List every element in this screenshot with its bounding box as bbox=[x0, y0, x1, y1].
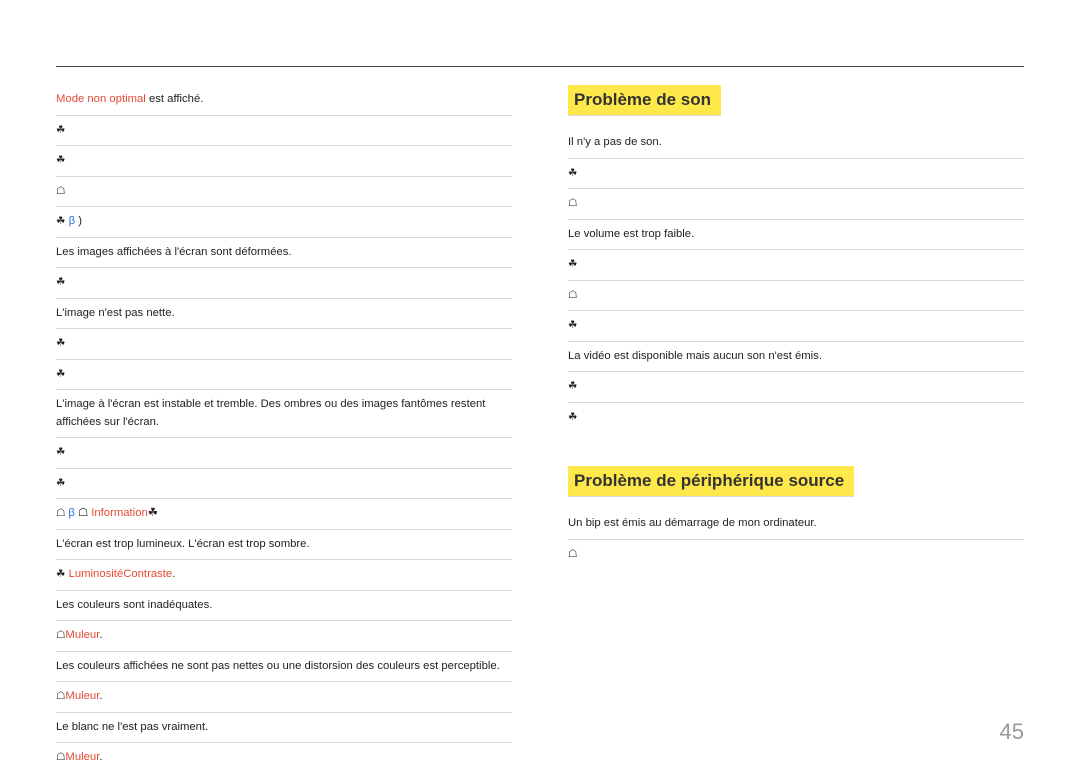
content-row: ☖ bbox=[568, 189, 1024, 220]
bullet-icon: ☘ bbox=[56, 215, 65, 227]
text-fragment: . bbox=[99, 751, 102, 763]
content-row: ☖ β ☖ Information☘ bbox=[56, 499, 512, 530]
text-fragment: Les couleurs affichées ne sont pas nette… bbox=[56, 660, 500, 672]
bullet-icon: ☘ bbox=[568, 411, 577, 423]
bullet-icon: ☖ bbox=[56, 185, 65, 197]
content-row: ☖Muleur. bbox=[56, 743, 512, 763]
content-row: ☘ LuminositéContraste. bbox=[56, 560, 512, 591]
text-fragment: . bbox=[172, 568, 175, 580]
content-row: ☖ bbox=[568, 281, 1024, 312]
content-row: ☖ bbox=[56, 177, 512, 208]
content-row: ☘ bbox=[568, 250, 1024, 281]
bullet-icon: ☘ bbox=[568, 167, 577, 179]
bullet-icon: ☖ bbox=[56, 507, 68, 519]
bullet-icon: ☘ bbox=[568, 258, 577, 270]
content-columns: Mode non optimal est affiché. ☘ ☘ ☖ ☘ β ) Les… bbox=[56, 85, 1024, 763]
sound-problem-section: Il n'y a pas de son. ☘ ☖ Le volume est trop… bbox=[568, 128, 1024, 432]
bullet-icon: ☘ bbox=[56, 477, 65, 489]
content-row: ☘ bbox=[568, 372, 1024, 403]
text-fragment: L'image à l'écran est instable et trembl… bbox=[56, 398, 485, 428]
content-row: Mode non optimal est affiché. bbox=[56, 85, 512, 116]
text-fragment: La vidéo est disponible mais aucun son n… bbox=[568, 350, 822, 362]
content-row: ☘ bbox=[568, 311, 1024, 342]
content-row: ☘ bbox=[56, 116, 512, 147]
text-fragment: Les images affichées à l'écran sont défo… bbox=[56, 246, 292, 258]
text-fragment: Information bbox=[91, 507, 148, 519]
content-row: L'image n'est pas nette. bbox=[56, 299, 512, 330]
bullet-icon: ☘ bbox=[56, 124, 65, 136]
source-device-problem-section: Un bip est émis au démarrage de mon ordi… bbox=[568, 509, 1024, 569]
text-fragment: Un bip est émis au démarrage de mon ordi… bbox=[568, 517, 817, 529]
content-row: Il n'y a pas de son. bbox=[568, 128, 1024, 159]
content-row: Un bip est émis au démarrage de mon ordi… bbox=[568, 509, 1024, 540]
bullet-icon: ☖ bbox=[568, 548, 577, 560]
sound-problem-heading: Problème de son bbox=[568, 85, 721, 116]
bullet-icon: ☘ bbox=[56, 446, 65, 458]
bullet-icon: ☘ bbox=[56, 568, 65, 580]
text-fragment: Muleur bbox=[65, 751, 99, 763]
bullet-icon: ☖ bbox=[56, 751, 65, 763]
bullet-icon: ☖ bbox=[56, 690, 65, 702]
bullet-icon: ☘ bbox=[56, 154, 65, 166]
text-fragment: ☘ bbox=[148, 507, 158, 519]
content-row: La vidéo est disponible mais aucun son n… bbox=[568, 342, 1024, 373]
top-separator bbox=[56, 66, 1024, 67]
text-fragment: est affiché. bbox=[146, 93, 204, 105]
text-fragment: Contraste bbox=[123, 568, 172, 580]
content-row: Les images affichées à l'écran sont défo… bbox=[56, 238, 512, 269]
text-fragment: Mode non optimal bbox=[56, 93, 146, 105]
content-row: ☘ bbox=[56, 329, 512, 360]
content-row: ☘ bbox=[56, 469, 512, 500]
content-row: ☘ β ) bbox=[56, 207, 512, 238]
content-row: ☘ bbox=[56, 360, 512, 391]
content-row: L'image à l'écran est instable et trembl… bbox=[56, 390, 512, 438]
page-number: 45 bbox=[1000, 719, 1024, 745]
text-fragment: . bbox=[99, 690, 102, 702]
bullet-icon: ☖ bbox=[568, 197, 577, 209]
bullet-icon: ☖ bbox=[568, 289, 577, 301]
content-row: ☘ bbox=[568, 403, 1024, 433]
content-row: ☖Muleur. bbox=[56, 682, 512, 713]
content-row: Les couleurs sont inadéquates. bbox=[56, 591, 512, 622]
text-fragment: L'écran est trop lumineux. L'écran est t… bbox=[56, 538, 310, 550]
text-fragment: Muleur bbox=[65, 629, 99, 641]
text-fragment: Il n'y a pas de son. bbox=[568, 136, 662, 148]
content-row: ☖ bbox=[568, 540, 1024, 570]
content-row: Le volume est trop faible. bbox=[568, 220, 1024, 251]
content-row: ☘ bbox=[56, 438, 512, 469]
bullet-icon: ☘ bbox=[56, 276, 65, 288]
bullet-icon: ☘ bbox=[56, 337, 65, 349]
bullet-icon: ☘ bbox=[568, 380, 577, 392]
left-column: Mode non optimal est affiché. ☘ ☘ ☖ ☘ β ) Les… bbox=[56, 85, 512, 763]
text-fragment: Les couleurs sont inadéquates. bbox=[56, 599, 212, 611]
text-fragment: ) bbox=[75, 215, 82, 227]
right-column: Problème de son Il n'y a pas de son. ☘ ☖ Le… bbox=[568, 85, 1024, 763]
text-fragment: Le blanc ne l'est pas vraiment. bbox=[56, 721, 208, 733]
content-row: Le blanc ne l'est pas vraiment. bbox=[56, 713, 512, 744]
content-row: ☖Muleur. bbox=[56, 621, 512, 652]
text-fragment: Luminosité bbox=[69, 568, 124, 580]
content-row: Les couleurs affichées ne sont pas nette… bbox=[56, 652, 512, 683]
text-fragment: Le volume est trop faible. bbox=[568, 228, 694, 240]
text-fragment: ☖ bbox=[75, 507, 91, 519]
text-fragment: . bbox=[99, 629, 102, 641]
source-device-problem-heading: Problème de périphérique source bbox=[568, 466, 854, 497]
bullet-icon: ☖ bbox=[56, 629, 65, 641]
bullet-icon: ☘ bbox=[56, 368, 65, 380]
content-row: ☘ bbox=[56, 146, 512, 177]
text-fragment: L'image n'est pas nette. bbox=[56, 307, 175, 319]
content-row: ☘ bbox=[568, 159, 1024, 190]
bullet-icon: ☘ bbox=[568, 319, 577, 331]
content-row: L'écran est trop lumineux. L'écran est t… bbox=[56, 530, 512, 561]
content-row: ☘ bbox=[56, 268, 512, 299]
text-fragment: Muleur bbox=[65, 690, 99, 702]
